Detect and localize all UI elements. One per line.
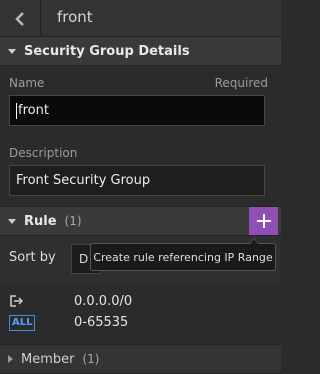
section-title: Security Group Details (24, 43, 190, 59)
name-label: Name (9, 76, 45, 90)
caret-right-icon (8, 355, 13, 363)
name-field[interactable]: front (9, 95, 265, 126)
description-label: Description (9, 146, 78, 160)
caret-down-icon (8, 218, 16, 224)
section-title: Rule (24, 213, 57, 229)
plus-icon (256, 214, 271, 228)
top-bar: front (0, 0, 281, 37)
rule-count: (1) (64, 214, 82, 228)
back-button[interactable] (0, 0, 41, 37)
rule-port-range: 0-65535 (74, 315, 129, 330)
required-label: Required (214, 76, 268, 90)
tooltip-text: Create rule referencing IP Range (93, 250, 273, 264)
page-title: front (57, 8, 93, 26)
chevron-left-icon (15, 11, 24, 26)
description-field[interactable]: Front Security Group (9, 165, 265, 196)
tooltip: Create rule referencing IP Range (90, 238, 276, 271)
caret-down-icon (8, 48, 16, 54)
section-header-rule[interactable]: Rule (1) (0, 206, 281, 236)
outbound-icon (10, 295, 24, 307)
add-rule-button[interactable] (249, 207, 278, 235)
protocol-badge: ALL (9, 315, 36, 331)
sort-label: Sort by (9, 250, 56, 265)
section-title: Member (21, 351, 75, 367)
rule-list-item[interactable]: ALL 0.0.0.0/0 0-65535 (0, 283, 281, 339)
name-field-value: front (18, 103, 49, 118)
section-header-member[interactable]: Member (1) (0, 344, 281, 374)
member-count: (1) (82, 352, 100, 366)
section-header-details[interactable]: Security Group Details (0, 36, 281, 66)
description-field-value: Front Security Group (16, 173, 151, 188)
rule-ip-range: 0.0.0.0/0 (74, 294, 133, 309)
text-cursor (16, 102, 17, 119)
